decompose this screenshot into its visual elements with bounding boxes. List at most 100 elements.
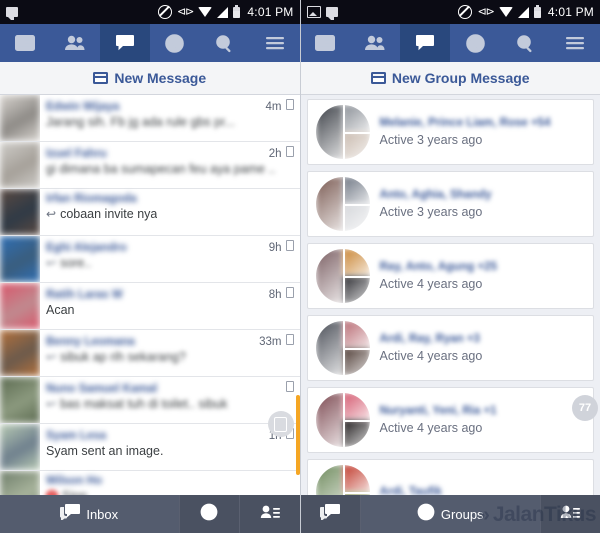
hamburger-icon xyxy=(265,37,284,50)
groups-icon xyxy=(200,503,218,526)
avatar-photo xyxy=(0,189,40,235)
group-last-active: Active 4 years ago xyxy=(379,277,483,291)
thread-snippet-row: Acan xyxy=(46,303,294,317)
thread-snippet: gi dimana ba sumapecan feu aya pame .. xyxy=(46,162,276,176)
group-avatar xyxy=(315,393,370,447)
bottom-nav-item-inbox[interactable]: Inbox xyxy=(0,495,180,533)
thread-row[interactable]: Edwin Wijaya 4m Jarang sih. Fb jg ada rule… xyxy=(0,95,300,142)
inbox-icon xyxy=(320,503,341,525)
do-not-disturb-icon xyxy=(157,5,172,19)
groups-body: Melanie, Prince Liam, Rose +54 Active 3 y… xyxy=(300,95,600,495)
group-avatar xyxy=(315,465,370,495)
thread-content: Eghi Alejandro 9h ↩ sore.. xyxy=(40,236,300,282)
nav-tab-messages[interactable] xyxy=(99,24,150,62)
friends-icon xyxy=(64,35,85,50)
nav-tab-newsfeed[interactable] xyxy=(301,24,351,62)
status-bar-left: ⊲⊳ 4:01 PM xyxy=(0,0,300,24)
nav-tab-friends[interactable] xyxy=(50,24,100,62)
avatar xyxy=(0,142,40,188)
avatar xyxy=(0,471,40,495)
nav-tab-menu[interactable] xyxy=(250,24,300,62)
scroll-position-badge xyxy=(267,411,294,437)
thread-row[interactable]: Syam Lesa1h Syam sent an image. xyxy=(0,424,300,471)
thread-timestamp: 33m xyxy=(259,336,282,348)
avatar xyxy=(0,95,40,141)
group-list[interactable]: Melanie, Prince Liam, Rose +54 Active 3 y… xyxy=(300,95,600,495)
thread-row[interactable]: Irfan Riomagoda ↩ cobaan invite nya xyxy=(0,189,300,236)
image-notification-icon xyxy=(306,6,321,18)
device-icon xyxy=(274,416,287,432)
scroll-count-badge: 77 xyxy=(572,395,598,421)
bottom-nav-item-groups[interactable] xyxy=(180,495,240,533)
thread-row[interactable]: Nuno Samuel Kamal ↩ bas maksat tuh di toil… xyxy=(0,377,300,424)
nav-tab-notifications[interactable] xyxy=(450,24,500,62)
thread-content: Wilson Ho!Sipp xyxy=(40,471,300,495)
new-message-label: New Message xyxy=(114,70,207,86)
group-participants: Ray, Anto, Agung +25 xyxy=(379,261,497,273)
contacts-icon xyxy=(260,504,280,525)
new-group-message-button[interactable]: New Group Message xyxy=(300,62,600,95)
avatar-photo xyxy=(0,236,40,282)
thread-list[interactable]: Edwin Wijaya 4m Jarang sih. Fb jg ada rule… xyxy=(0,95,300,495)
reply-arrow-icon: ↩ xyxy=(46,256,57,270)
group-card[interactable]: Ardi, Ray, Ryan +3 Active 4 years ago xyxy=(306,315,594,381)
newsfeed-icon xyxy=(315,35,336,51)
thread-sender-name: Edwin Wijaya xyxy=(46,101,120,113)
group-avatar-tile xyxy=(342,276,370,303)
thread-row[interactable]: Eghi Alejandro 9h ↩ sore.. xyxy=(0,236,300,283)
device-icon xyxy=(285,381,294,392)
thread-snippet-row: ↩ bas maksat tuh di toilet.. sibuk xyxy=(46,397,294,411)
volume-mute-icon: ⊲⊳ xyxy=(176,5,194,18)
facebook-nav-bar-left xyxy=(0,24,300,62)
inbox-scrollbar[interactable] xyxy=(295,95,300,495)
thread-row[interactable]: Izuel Fahru 2h gi dimana ba sumapecan feu … xyxy=(0,142,300,189)
thread-sender-name: Benny Leomana xyxy=(46,336,135,348)
status-notifications-right xyxy=(306,6,338,20)
group-avatar-tile xyxy=(315,249,343,303)
nav-tab-messages[interactable] xyxy=(400,24,451,62)
scrollbar-thumb[interactable] xyxy=(295,395,300,475)
thread-sender-name: Nuno Samuel Kamal xyxy=(46,383,158,395)
wifi-icon xyxy=(198,7,213,17)
group-card[interactable]: Ardi, Taufik xyxy=(306,459,594,495)
group-avatar-tile xyxy=(342,348,370,375)
nav-tab-newsfeed[interactable] xyxy=(0,24,50,62)
bottom-nav-left: Inbox xyxy=(0,495,300,533)
nav-tab-notifications[interactable] xyxy=(150,24,200,62)
signal-icon xyxy=(517,6,529,18)
avatar-photo xyxy=(0,424,40,470)
group-card[interactable]: Melanie, Prince Liam, Rose +54 Active 3 y… xyxy=(306,99,594,165)
nav-tab-search[interactable] xyxy=(200,24,250,62)
thread-row[interactable]: Benny Leomana 33m ↩ sibuk ap rih sekarang? xyxy=(0,330,300,377)
device-icon xyxy=(285,146,294,157)
status-clock: 4:01 PM xyxy=(247,5,294,19)
nav-tab-menu[interactable] xyxy=(550,24,600,62)
bottom-nav-item-inbox[interactable] xyxy=(301,495,361,533)
new-message-button[interactable]: New Message xyxy=(0,62,300,95)
thread-header: Nuno Samuel Kamal xyxy=(46,381,294,395)
group-avatar-tile xyxy=(342,249,370,276)
groups-icon xyxy=(417,503,435,520)
group-card[interactable]: Nuryanti, Yeni, Ria +1 Active 4 years ago xyxy=(306,387,594,453)
group-card[interactable]: Anto, Aghia, Shandy Active 3 years ago xyxy=(306,171,594,237)
thread-row[interactable]: Ratih Larаs W 8h Acan xyxy=(0,283,300,330)
bottom-nav-label: Groups xyxy=(440,506,484,522)
nav-tab-search[interactable] xyxy=(500,24,550,62)
bottom-nav-item-groups[interactable]: Groups xyxy=(361,495,541,533)
battery-icon xyxy=(233,4,241,18)
bottom-nav-item-contacts[interactable] xyxy=(541,495,600,533)
friends-icon xyxy=(365,35,385,50)
bottom-nav-label: Inbox xyxy=(86,506,119,522)
thread-row[interactable]: Wilson Ho!Sipp xyxy=(0,471,300,495)
group-card[interactable]: Ray, Anto, Agung +25 Active 4 years ago xyxy=(306,243,594,309)
group-last-active: Active 3 years ago xyxy=(379,205,483,219)
nav-tab-friends[interactable] xyxy=(350,24,400,62)
bottom-nav-item-contacts[interactable] xyxy=(240,495,300,533)
facebook-nav-bar-right xyxy=(300,24,600,62)
thread-sender-name: Wilson Ho xyxy=(46,475,103,487)
thread-header: Eghi Alejandro 9h xyxy=(46,240,294,254)
group-avatar-tile xyxy=(342,105,370,132)
group-avatar-tile xyxy=(315,465,343,495)
thread-content: Ratih Larаs W 8h Acan xyxy=(40,283,300,329)
thread-sender-name: Syam Lesa xyxy=(46,430,107,442)
